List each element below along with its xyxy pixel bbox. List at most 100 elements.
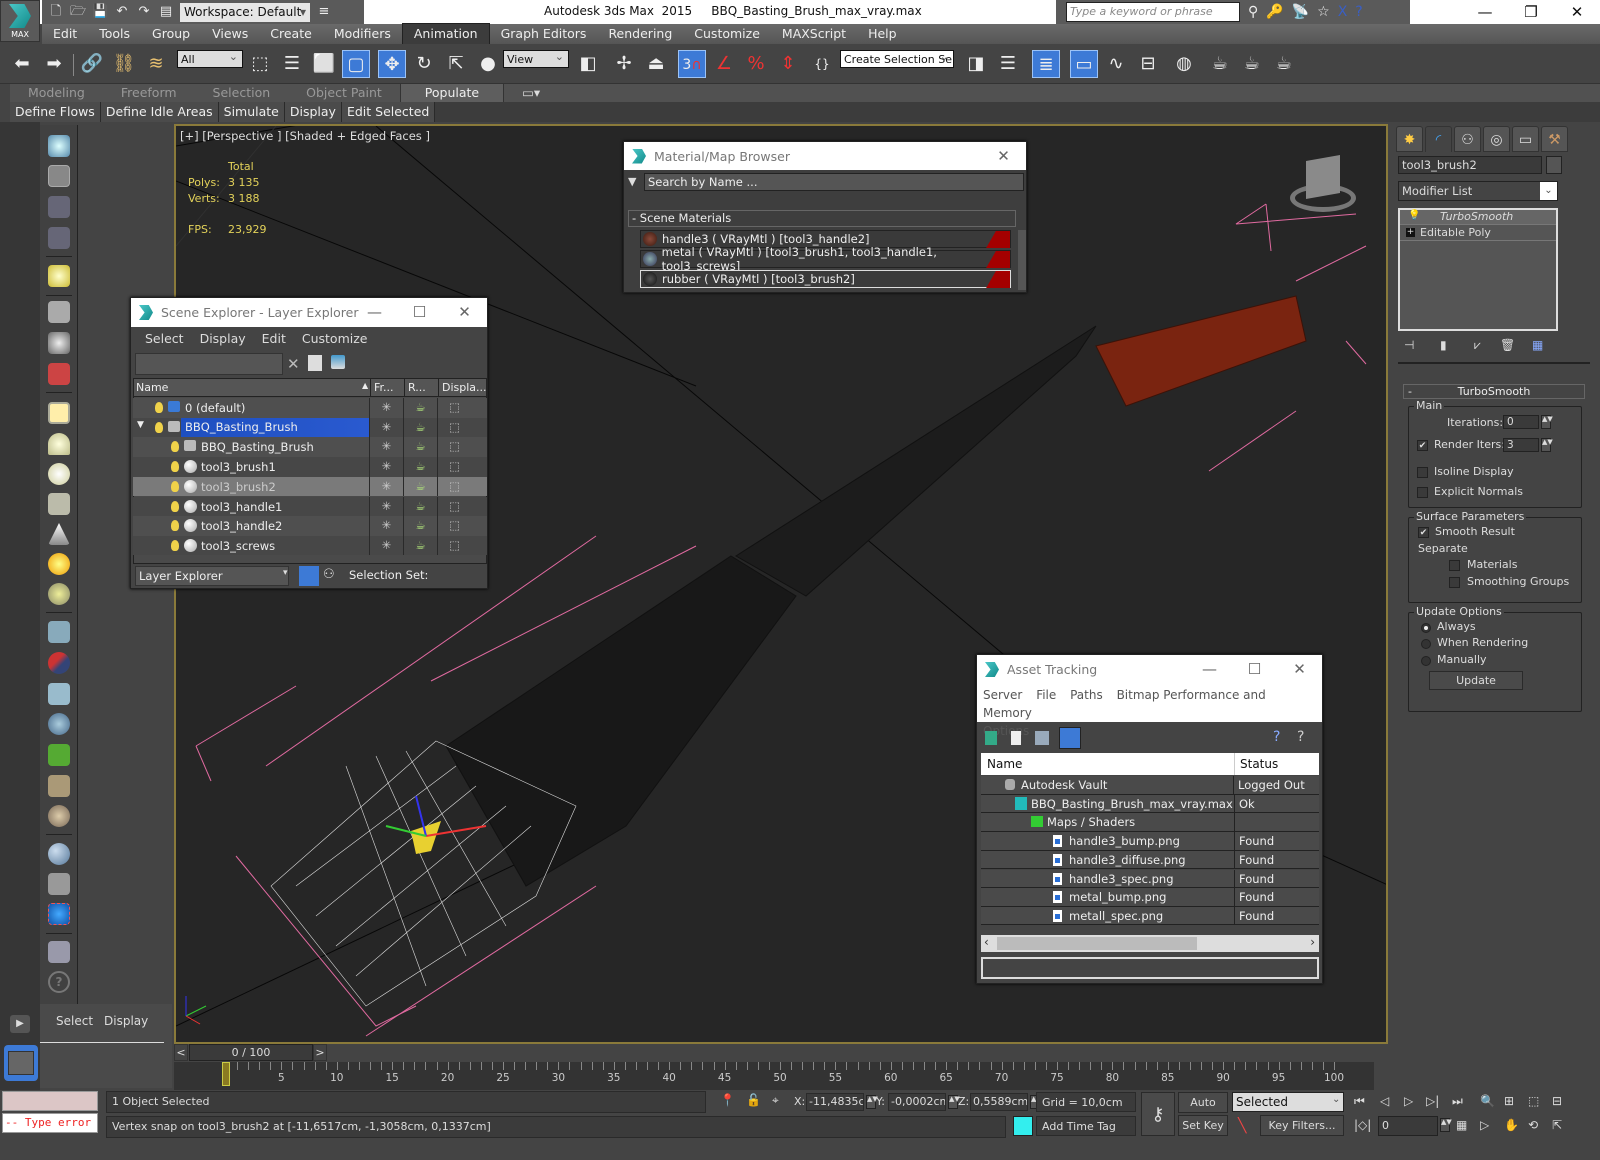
select-scale-icon[interactable]: ⇱ xyxy=(442,50,470,78)
table-view-icon[interactable] xyxy=(1059,727,1081,749)
modify-tab-icon[interactable]: ◜ xyxy=(1425,126,1452,152)
current-frame-marker[interactable] xyxy=(222,1062,230,1086)
curve-editor-icon[interactable]: ∿ xyxy=(1102,50,1130,78)
reference-coordinate-dropdown[interactable]: View xyxy=(503,48,569,68)
light-bulb-icon[interactable] xyxy=(155,421,163,433)
maxscript-output[interactable]: -- Type error xyxy=(2,1113,98,1133)
material-sphere-icon[interactable] xyxy=(48,843,70,865)
path-field[interactable] xyxy=(981,957,1319,979)
add-to-layer-icon[interactable] xyxy=(331,355,345,369)
help-icon[interactable]: ? xyxy=(48,971,70,993)
video-camera-icon[interactable] xyxy=(48,363,70,385)
expand-arrow-icon[interactable]: ▼ xyxy=(137,420,144,430)
motion-tab-icon[interactable]: ◎ xyxy=(1483,126,1510,152)
time-slider-next[interactable]: > xyxy=(313,1044,327,1061)
open-file-icon[interactable]: 🗁 xyxy=(70,4,86,20)
redo-icon[interactable]: ➡ xyxy=(40,50,68,78)
displacement-icon[interactable] xyxy=(48,713,70,735)
y-spinner[interactable]: ▲▼ xyxy=(948,1095,960,1109)
menu-rendering[interactable]: Rendering xyxy=(597,24,683,44)
select-move-icon[interactable]: ✥ xyxy=(378,50,406,78)
clear-filter-icon[interactable]: ✕ xyxy=(287,355,300,373)
update-manually-radio[interactable] xyxy=(1421,656,1431,666)
modifier-item-turbosmooth[interactable]: 💡 TurboSmooth xyxy=(1400,210,1556,225)
menu-display[interactable]: Display xyxy=(192,331,254,346)
render-teapot-icon[interactable]: ☕ xyxy=(403,437,437,457)
absolute-mode-icon[interactable]: ⌖ xyxy=(772,1093,779,1108)
scene-materials-group[interactable]: - Scene Materials xyxy=(628,210,1016,227)
help-icon[interactable]: ? xyxy=(1355,4,1362,20)
maxscript-listener-input[interactable] xyxy=(2,1091,98,1111)
explorer-type-dropdown[interactable]: Layer Explorer xyxy=(135,566,289,586)
freeze-icon[interactable]: ✳ xyxy=(369,496,403,517)
tab-populate[interactable]: Populate xyxy=(399,83,505,103)
modifier-list-dropdown[interactable]: Modifier List xyxy=(1398,181,1558,201)
orbit-icon[interactable]: ⟲ xyxy=(1528,1118,1538,1132)
undo-icon[interactable]: ⬅ xyxy=(8,50,36,78)
track-bar[interactable]: 0510152025303540455055606570758085909510… xyxy=(174,1062,1374,1090)
light-bulb-icon[interactable] xyxy=(171,520,179,532)
current-frame-input[interactable]: 0 xyxy=(1378,1116,1438,1136)
save-icon[interactable]: 💾 xyxy=(92,4,108,20)
display-menu[interactable]: Display xyxy=(104,1014,148,1028)
simulate-button[interactable]: Simulate xyxy=(218,102,285,122)
bulb-icon[interactable]: 💡 xyxy=(1408,210,1420,221)
auto-key-button[interactable]: Auto Key xyxy=(1178,1092,1228,1129)
tab-freeform[interactable]: Freeform xyxy=(103,84,195,102)
key-filters-button[interactable]: Key Filters... xyxy=(1260,1115,1344,1136)
maximize-viewport-icon[interactable]: ⇱ xyxy=(1552,1118,1562,1132)
menu-animation[interactable]: Animation xyxy=(401,23,490,45)
layer-explorer-icon[interactable]: ≣ xyxy=(1032,50,1060,78)
exchange-icon[interactable]: X xyxy=(1338,4,1348,20)
keyboard-shortcut-override-icon[interactable]: ⏏ xyxy=(642,50,670,78)
hair-farm-icon[interactable] xyxy=(48,775,70,797)
configure-modifier-sets-icon[interactable]: ▦ xyxy=(1532,338,1543,352)
select-place-icon[interactable]: ● xyxy=(474,50,502,78)
ornatrix-icon[interactable] xyxy=(48,805,70,827)
camera-sphere-icon[interactable] xyxy=(48,332,70,354)
sphere-light-icon[interactable] xyxy=(48,463,70,485)
iterations-input[interactable]: 0 xyxy=(1503,415,1539,429)
tab-object-paint[interactable]: Object Paint xyxy=(288,84,400,102)
named-selection-dropdown[interactable]: Create Selection Se xyxy=(840,48,954,68)
camera-icon[interactable] xyxy=(48,301,70,323)
remove-modifier-icon[interactable]: 🗑 xyxy=(1500,338,1515,352)
zoom-all-icon[interactable]: ⊞ xyxy=(1504,1094,1514,1108)
freeze-icon[interactable]: ✳ xyxy=(369,437,403,457)
key-icon[interactable]: 🔑 xyxy=(1266,4,1283,20)
rendered-frame-window-icon[interactable]: ☕ xyxy=(1238,50,1266,78)
display-tab-icon[interactable]: ▭ xyxy=(1512,126,1539,152)
ribbon-options-icon[interactable]: ▭▾ xyxy=(504,84,558,102)
display-box-icon[interactable]: ⬚ xyxy=(437,516,471,536)
layer-row[interactable]: tool3_brush1 ✳ ☕ ⬚ xyxy=(133,457,487,477)
freeze-icon[interactable]: ✳ xyxy=(369,457,403,477)
render-teapot-icon[interactable]: ☕ xyxy=(403,417,437,438)
satellite-icon[interactable]: 📡 xyxy=(1292,4,1309,20)
light-bulb-icon[interactable] xyxy=(171,480,179,492)
column-display[interactable]: Displa... xyxy=(438,379,487,397)
material-row[interactable]: rubber ( VRayMtl ) [tool3_brush2] xyxy=(640,270,1011,288)
redo-icon[interactable]: ↷ xyxy=(136,4,152,20)
hierarchy-tab-icon[interactable]: ⚇ xyxy=(1454,126,1481,152)
scroll-left-icon[interactable]: ‹ xyxy=(984,935,989,949)
utilities-tab-icon[interactable]: ⚒ xyxy=(1541,126,1568,152)
define-flows-button[interactable]: Define Flows xyxy=(10,102,101,122)
light-bulb-icon[interactable] xyxy=(171,539,179,551)
bind-space-warp-icon[interactable]: ≋ xyxy=(142,50,170,78)
sun-icon[interactable] xyxy=(48,553,70,575)
select-rotate-icon[interactable]: ↻ xyxy=(410,50,438,78)
unlink-icon[interactable]: ⛓ xyxy=(110,50,138,78)
window-crossing-icon[interactable]: ▢ xyxy=(342,50,370,78)
scene-explorer-icon[interactable]: ▭ xyxy=(1070,50,1098,78)
dome-light-icon[interactable] xyxy=(48,433,70,455)
pivot-center-icon[interactable]: ◧ xyxy=(574,50,602,78)
options-help-icon[interactable]: ? xyxy=(1297,729,1304,745)
tab-selection[interactable]: Selection xyxy=(195,84,289,102)
light-bulb-icon[interactable] xyxy=(171,500,179,512)
plane-icon[interactable] xyxy=(48,683,70,705)
maximize-button[interactable]: ☐ xyxy=(1232,655,1277,683)
x-coordinate-input[interactable]: -11,4835cr xyxy=(806,1093,864,1111)
key-mode-toggle-icon[interactable]: |◇| xyxy=(1354,1118,1371,1132)
list-view-icon[interactable] xyxy=(1011,731,1021,745)
select-by-name-icon[interactable]: ☰ xyxy=(278,50,306,78)
